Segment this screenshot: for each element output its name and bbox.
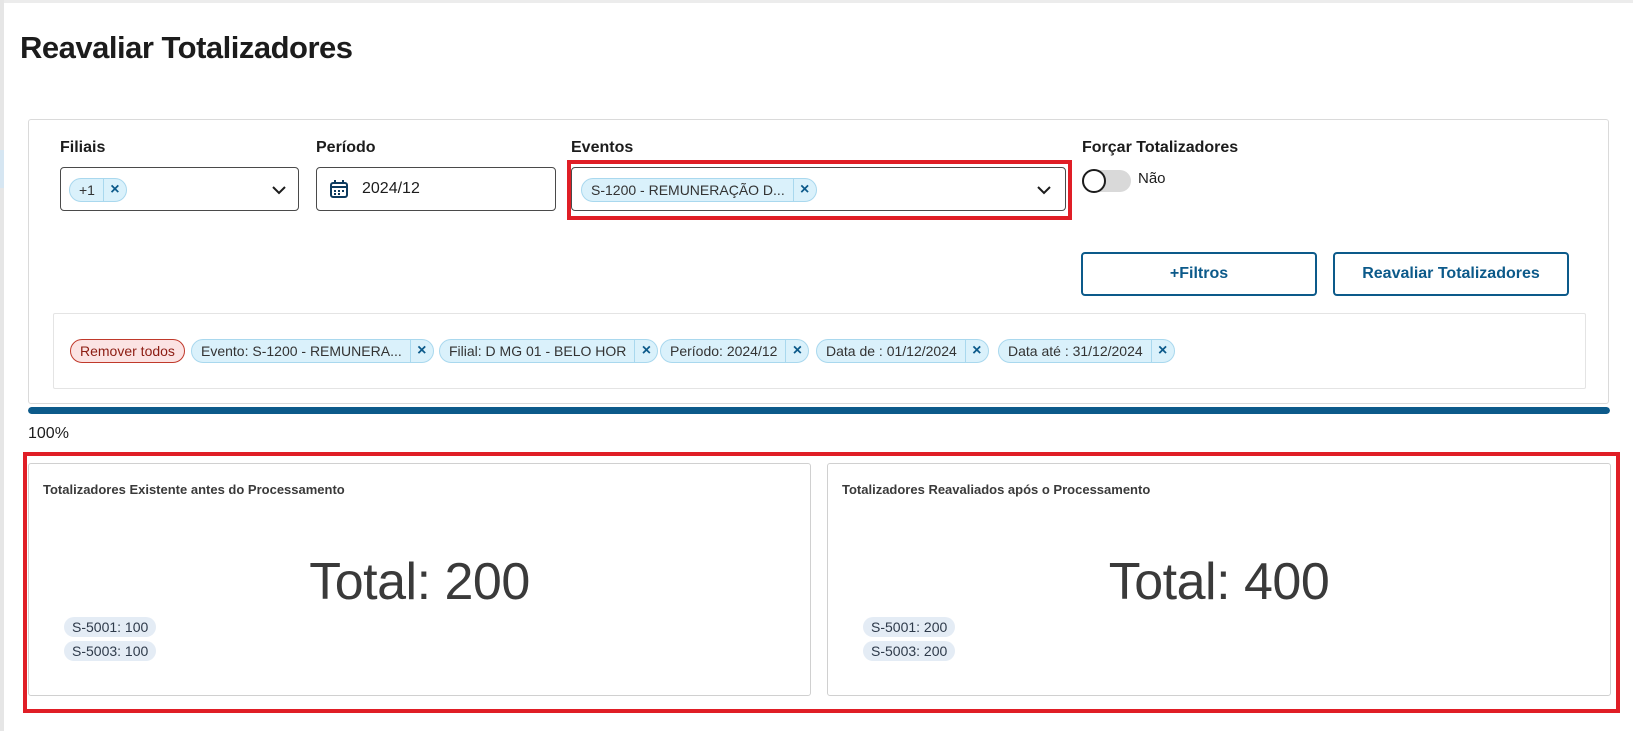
- total-tag: S-5001: 100: [64, 617, 157, 637]
- total-tag: S-5003: 100: [64, 641, 157, 661]
- filiais-label: Filiais: [60, 139, 106, 156]
- more-filters-button[interactable]: +Filtros: [1081, 252, 1317, 296]
- left-edge-border: [0, 0, 4, 731]
- progress-fill: [28, 407, 1610, 414]
- filiais-chip: +1 ×: [69, 178, 127, 202]
- left-edge-marker: [0, 150, 4, 188]
- close-icon[interactable]: ×: [785, 340, 808, 362]
- toggle-knob: [1082, 169, 1106, 193]
- total-tag: S-5001: 200: [863, 617, 956, 637]
- card-after: Totalizadores Reavaliados após o Process…: [827, 463, 1611, 696]
- close-icon[interactable]: ×: [102, 179, 126, 201]
- close-icon[interactable]: ×: [409, 340, 433, 362]
- disclaimer-label: Data de : 01/12/2024: [826, 343, 957, 359]
- disclaimer-chip-data-de: Data de : 01/12/2024 ×: [816, 339, 989, 363]
- total-tag: S-5003: 200: [863, 641, 956, 661]
- close-icon[interactable]: ×: [634, 340, 657, 362]
- card-title: Totalizadores Existente antes do Process…: [43, 482, 345, 497]
- card-total: Total: 400: [1108, 553, 1330, 611]
- close-icon[interactable]: ×: [964, 340, 988, 362]
- disclaimer-chip-evento: Evento: S-1200 - REMUNERA... ×: [191, 339, 434, 363]
- window-top-edge: [0, 0, 1633, 3]
- card-before: Totalizadores Existente antes do Process…: [28, 463, 811, 696]
- progress-bar: [28, 407, 1610, 414]
- periodo-label: Período: [316, 139, 376, 156]
- disclaimer-chip-periodo: Período: 2024/12 ×: [660, 339, 810, 363]
- periodo-value: 2024/12: [362, 180, 420, 197]
- card-total: Total: 200: [309, 553, 530, 611]
- card-title: Totalizadores Reavaliados após o Process…: [842, 482, 1151, 497]
- close-icon[interactable]: ×: [1150, 340, 1174, 362]
- forcar-label: Forçar Totalizadores: [1082, 139, 1239, 156]
- disclaimer-label: Data até : 31/12/2024: [1008, 343, 1143, 359]
- page-title: Reavaliar Totalizadores: [20, 30, 353, 65]
- calendar-icon[interactable]: [329, 179, 349, 199]
- disclaimer-chip-data-ate: Data até : 31/12/2024 ×: [998, 339, 1175, 363]
- chevron-down-icon[interactable]: [272, 183, 286, 195]
- periodo-input[interactable]: 2024/12: [316, 167, 556, 211]
- disclaimer-label: Período: 2024/12: [670, 343, 778, 359]
- disclaimer-chip-filial: Filial: D MG 01 - BELO HOR ×: [439, 339, 659, 363]
- reevaluate-button[interactable]: Reavaliar Totalizadores: [1333, 252, 1569, 296]
- remove-all-button[interactable]: Remover todos: [70, 339, 185, 363]
- filiais-select[interactable]: +1 ×: [60, 167, 299, 211]
- forcar-toggle-value: Não: [1138, 170, 1166, 187]
- progress-text: 100%: [28, 425, 69, 442]
- eventos-label: Eventos: [571, 139, 634, 156]
- disclaimer-label: Evento: S-1200 - REMUNERA...: [201, 343, 402, 359]
- eventos-highlight-box: [567, 160, 1072, 220]
- forcar-toggle[interactable]: [1082, 169, 1131, 193]
- disclaimer-label: Filial: D MG 01 - BELO HOR: [449, 343, 627, 359]
- filiais-chip-label: +1: [79, 182, 95, 198]
